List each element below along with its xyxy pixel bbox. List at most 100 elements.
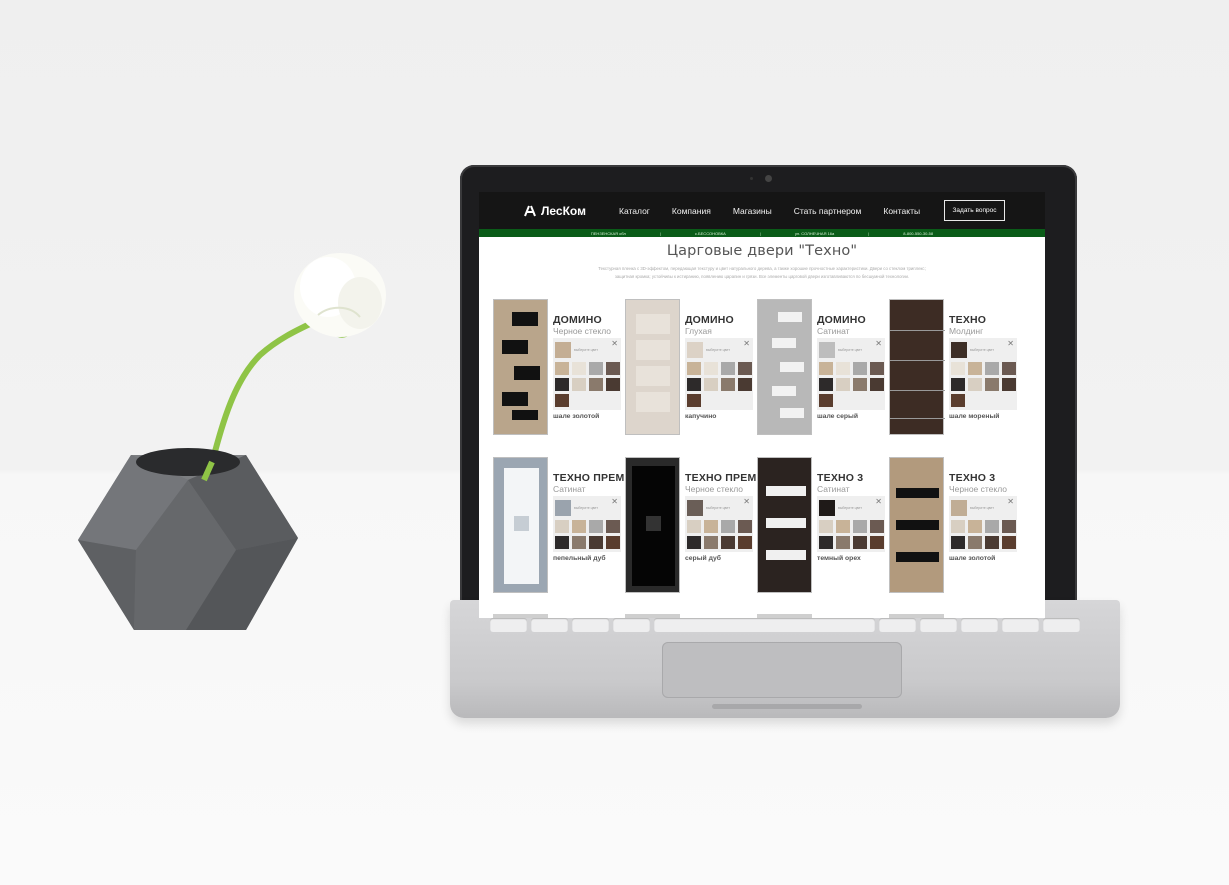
color-swatch[interactable] [968,362,982,375]
phone-text[interactable]: 8-800-550-30-58 [903,231,933,236]
color-swatch[interactable] [572,362,586,375]
color-swatch[interactable] [819,394,833,407]
close-icon[interactable]: ✕ [743,339,750,348]
color-swatch[interactable] [704,378,718,391]
color-swatch[interactable] [819,536,833,549]
color-swatch[interactable] [572,536,586,549]
close-icon[interactable]: ✕ [611,497,618,506]
color-swatch[interactable] [704,520,718,533]
color-swatch[interactable] [704,362,718,375]
color-swatch[interactable] [572,520,586,533]
color-swatch[interactable] [721,520,735,533]
color-swatch[interactable] [738,520,752,533]
color-swatch[interactable] [951,362,965,375]
color-swatch[interactable] [968,378,982,391]
color-swatch[interactable] [836,520,850,533]
product-card[interactable]: ДОМИНО Глухая выберите цвет ✕ капучино [625,299,757,435]
color-swatch[interactable] [985,378,999,391]
product-card[interactable]: ДОМИНО Сатинат выберите цвет ✕ шале серы… [757,299,889,435]
color-swatch[interactable] [968,536,982,549]
color-swatch[interactable] [836,536,850,549]
close-icon[interactable]: ✕ [875,339,882,348]
color-swatch[interactable] [687,520,701,533]
color-swatch[interactable] [985,536,999,549]
color-swatch[interactable] [870,536,884,549]
ask-question-button[interactable]: Задать вопрос [944,200,1005,221]
color-swatch[interactable] [985,520,999,533]
color-swatch[interactable] [1002,362,1016,375]
color-swatch[interactable] [1002,378,1016,391]
color-swatch[interactable] [589,520,603,533]
color-swatch[interactable] [606,520,620,533]
door-image[interactable] [757,299,812,435]
close-icon[interactable]: ✕ [1007,339,1014,348]
product-card[interactable]: ДОМИНО Черное стекло выберите цвет ✕ шал… [493,299,625,435]
product-model[interactable]: ДОМИНО [817,314,885,326]
product-card[interactable]: ТЕХНО 3 Сатинат выберите цвет ✕ темный о… [757,457,889,593]
close-icon[interactable]: ✕ [1007,497,1014,506]
product-model[interactable]: ТЕХНО 3 [817,472,885,484]
color-swatch[interactable] [572,378,586,391]
nav-catalog[interactable]: Каталог [619,206,650,216]
color-swatch[interactable] [968,520,982,533]
color-swatch[interactable] [951,520,965,533]
color-swatch[interactable] [738,362,752,375]
product-model[interactable]: ТЕХНО ПРЕМИУМ [553,472,648,484]
product-model[interactable]: ТЕХНО [949,314,1017,326]
color-swatch[interactable] [1002,520,1016,533]
color-swatch[interactable] [738,378,752,391]
product-model[interactable]: ДОМИНО [553,314,621,326]
product-model[interactable]: ТЕХНО 3 [949,472,1017,484]
door-image[interactable] [625,299,680,435]
color-swatch[interactable] [589,536,603,549]
color-swatch[interactable] [853,362,867,375]
product-model[interactable]: ТЕХНО ПРЕМИУМ [685,472,780,484]
color-swatch[interactable] [721,362,735,375]
door-image[interactable] [493,457,548,593]
color-swatch[interactable] [606,536,620,549]
color-swatch[interactable] [687,394,701,407]
color-swatch[interactable] [704,536,718,549]
product-card[interactable]: ТЕХНО Молдинг выберите цвет ✕ шале морен… [889,299,1021,435]
color-swatch[interactable] [738,536,752,549]
nav-contacts[interactable]: Контакты [883,206,920,216]
site-logo[interactable]: ЛесКом [523,204,619,218]
color-swatch[interactable] [1002,536,1016,549]
door-image[interactable] [889,457,944,593]
color-swatch[interactable] [687,362,701,375]
door-image[interactable] [889,299,945,435]
door-image[interactable] [625,457,680,593]
color-swatch[interactable] [606,378,620,391]
color-swatch[interactable] [951,394,965,407]
product-card[interactable]: ТЕХНО ПРЕМИУМ Сатинат выберите цвет ✕ пе… [493,457,648,593]
color-swatch[interactable] [819,520,833,533]
door-image[interactable] [493,299,548,435]
product-model[interactable]: ДОМИНО [685,314,753,326]
color-swatch[interactable] [836,362,850,375]
product-card[interactable]: ТЕХНО ПРЕМИУМ Черное стекло выберите цве… [625,457,780,593]
color-swatch[interactable] [870,362,884,375]
color-swatch[interactable] [721,378,735,391]
color-swatch[interactable] [687,536,701,549]
color-swatch[interactable] [951,536,965,549]
color-swatch[interactable] [555,378,569,391]
close-icon[interactable]: ✕ [743,497,750,506]
color-swatch[interactable] [555,520,569,533]
nav-company[interactable]: Компания [672,206,711,216]
color-swatch[interactable] [819,362,833,375]
color-swatch[interactable] [836,378,850,391]
color-swatch[interactable] [555,536,569,549]
color-swatch[interactable] [555,362,569,375]
color-swatch[interactable] [870,378,884,391]
color-swatch[interactable] [870,520,884,533]
color-swatch[interactable] [853,536,867,549]
color-swatch[interactable] [985,362,999,375]
close-icon[interactable]: ✕ [611,339,618,348]
color-swatch[interactable] [853,520,867,533]
color-swatch[interactable] [721,536,735,549]
close-icon[interactable]: ✕ [875,497,882,506]
nav-stores[interactable]: Магазины [733,206,772,216]
color-swatch[interactable] [589,378,603,391]
color-swatch[interactable] [819,378,833,391]
product-card[interactable]: ТЕХНО 3 Черное стекло выберите цвет ✕ ша… [889,457,1021,593]
